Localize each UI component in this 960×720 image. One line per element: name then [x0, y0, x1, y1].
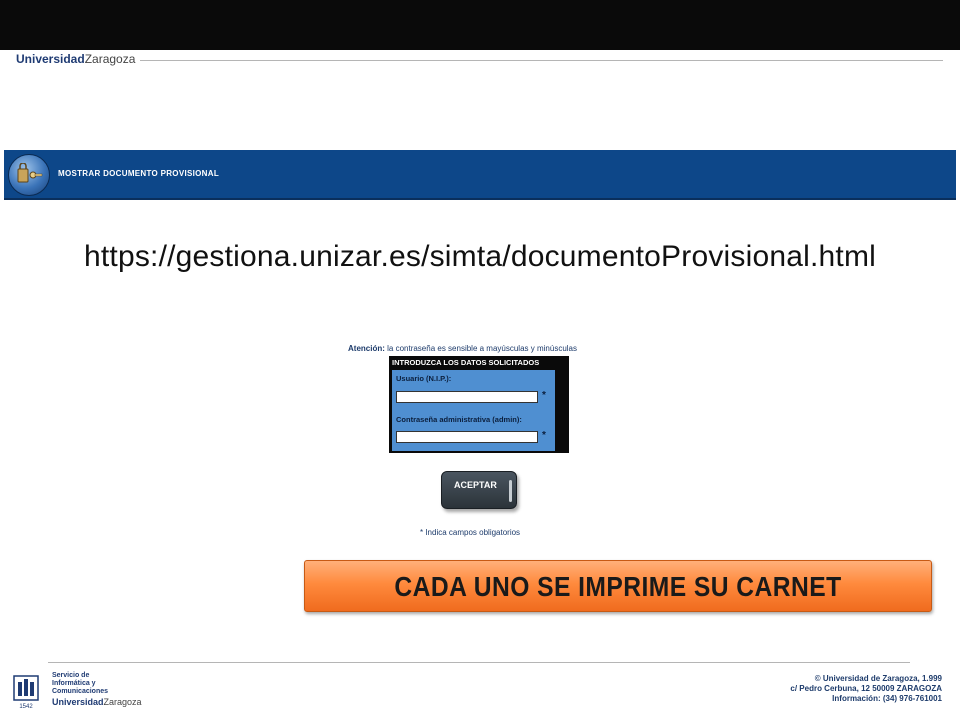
callout-text: CADA UNO SE IMPRIME SU CARNET	[394, 571, 842, 602]
university-crest-icon: 1542	[13, 675, 39, 710]
user-required-mark: *	[542, 390, 546, 401]
notice-label: Atención:	[348, 344, 385, 353]
password-label: Contraseña administrativa (admin):	[396, 415, 522, 424]
required-fields-note: * Indica campos obligatorios	[420, 528, 521, 537]
password-required-mark: *	[542, 430, 546, 441]
section-banner: MOSTRAR DOCUMENTO PROVISIONAL	[4, 150, 956, 200]
service-line-3: Comunicaciones	[52, 688, 109, 695]
service-logo: Servicio de Informática y Comunicaciones…	[52, 672, 142, 707]
form-fields-panel: Usuario (N.I.P.): * Contraseña administr…	[392, 370, 555, 451]
form-heading: INTRODUZCA LOS DATOS SOLICITADOS	[392, 358, 540, 367]
accept-button[interactable]: ACEPTAR	[441, 471, 517, 509]
footer-address: c/ Pedro Cerbuna, 12 50009 ZARAGOZA	[790, 684, 942, 693]
notice-text: la contraseña es sensible a mayúsculas y…	[387, 344, 577, 353]
page-url-text: https://gestiona.unizar.es/simta/documen…	[84, 240, 876, 273]
header-divider	[140, 60, 943, 61]
user-nip-input[interactable]	[396, 391, 538, 403]
university-logo: UniversidadZaragoza	[16, 52, 136, 66]
callout-banner: CADA UNO SE IMPRIME SU CARNET	[304, 560, 932, 612]
footer-info: Información: (34) 976-761001	[832, 694, 942, 703]
footer-divider	[48, 662, 910, 663]
footer-copyright: © Universidad de Zaragoza, 1.999	[814, 674, 942, 683]
banner-title: MOSTRAR DOCUMENTO PROVISIONAL	[58, 169, 220, 178]
service-line-1: Servicio de	[52, 672, 90, 679]
admin-password-input[interactable]	[396, 431, 538, 443]
accept-button-label: ACEPTAR	[454, 480, 497, 490]
crest-year: 1542	[19, 704, 33, 710]
key-lock-icon	[8, 154, 50, 196]
login-form: INTRODUZCA LOS DATOS SOLICITADOS Usuario…	[389, 356, 569, 453]
top-black-bar	[0, 0, 960, 50]
footer-contact: © Universidad de Zaragoza, 1.999 c/ Pedr…	[790, 674, 942, 704]
footer-university-logo: UniversidadZaragoza	[52, 697, 142, 707]
user-label: Usuario (N.I.P.):	[396, 374, 452, 383]
service-line-2: Informática y	[52, 680, 96, 687]
password-notice: Atención: la contraseña es sensible a ma…	[348, 344, 577, 353]
